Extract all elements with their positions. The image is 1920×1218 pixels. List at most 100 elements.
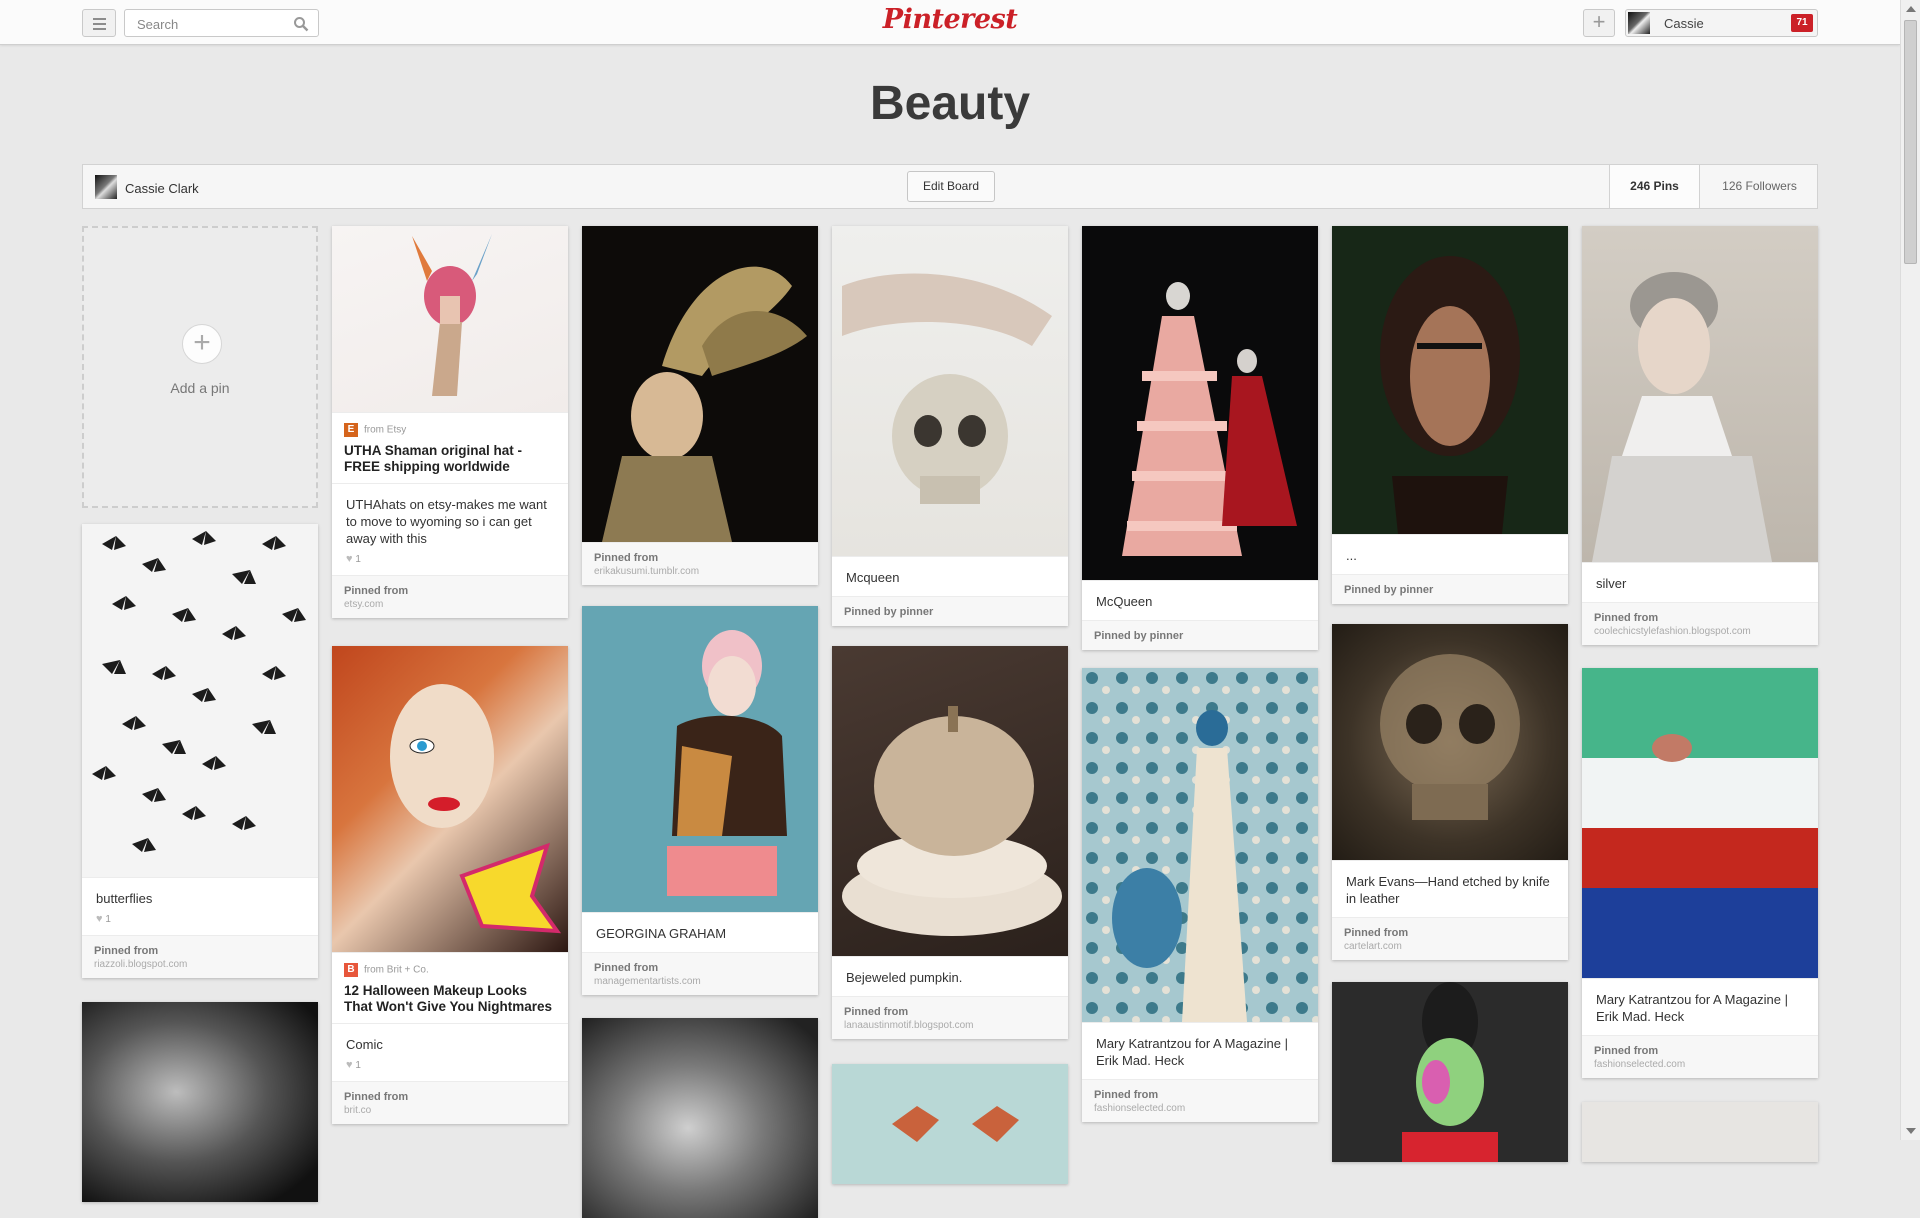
pin-mcqueen-skull[interactable]: Mcqueen Pinned by pinner xyxy=(832,226,1068,626)
heart-icon: ♥ xyxy=(346,1059,353,1071)
pin-butterflies[interactable]: butterflies ♥ 1 Pinned from riazzoli.blo… xyxy=(82,524,318,978)
pin-image[interactable] xyxy=(1332,226,1568,534)
headdress-image xyxy=(412,234,492,396)
pin-image[interactable] xyxy=(1582,226,1818,562)
pin-halloween[interactable]: Bfrom Brit + Co. 12 Halloween Makeup Loo… xyxy=(332,646,568,1124)
scrollbar[interactable] xyxy=(1900,0,1920,1140)
add-button[interactable]: + xyxy=(1583,9,1615,37)
pin-partial[interactable] xyxy=(1582,1102,1818,1162)
etched-skull-image xyxy=(1380,654,1520,820)
pin-color-face[interactable] xyxy=(1332,982,1568,1162)
pin-butterfly-pair[interactable] xyxy=(832,1064,1068,1184)
notification-badge[interactable]: 71 xyxy=(1791,14,1813,32)
pin-image[interactable] xyxy=(832,1064,1068,1184)
pin-title[interactable]: UTHA Shaman original hat - FREE shipping… xyxy=(332,437,568,483)
pin-likes[interactable]: ♥ 1 xyxy=(332,553,568,575)
pinned-from-label: Pinned from xyxy=(94,945,159,957)
pin-body: Mary Katrantzou for A Magazine | Erik Ma… xyxy=(1082,1022,1318,1079)
pin-image[interactable] xyxy=(1082,668,1318,1022)
lace-mask-image xyxy=(1380,256,1520,534)
user-name: Cassie xyxy=(1664,16,1704,31)
pin-image[interactable] xyxy=(1082,226,1318,580)
silver-headpiece-image xyxy=(1592,272,1772,562)
butterflies-image xyxy=(92,531,306,852)
source-domain-link[interactable]: lanaaustinmotif.blogspot.com xyxy=(844,1020,1056,1031)
source-domain-link[interactable]: fashionselected.com xyxy=(1594,1059,1806,1070)
pin-description: butterflies xyxy=(96,891,153,906)
scroll-down-arrow-icon[interactable] xyxy=(1906,1128,1916,1134)
pin-image[interactable] xyxy=(1582,668,1818,978)
user-menu-button[interactable]: Cassie 71 xyxy=(1625,9,1818,37)
board-owner-name[interactable]: Cassie Clark xyxy=(125,181,199,196)
pin-carved-skull[interactable]: Mark Evans—Hand etched by knife in leath… xyxy=(1332,624,1568,960)
pin-likes[interactable]: ♥ 1 xyxy=(82,913,318,935)
pin-footer: Pinned from managementartists.com xyxy=(582,952,818,995)
pin-description: Mary Katrantzou for A Magazine | Erik Ma… xyxy=(1096,1036,1288,1068)
pin-image[interactable] xyxy=(332,646,568,952)
scroll-up-arrow-icon[interactable] xyxy=(1906,6,1916,12)
pins-count-tab[interactable]: 246 Pins xyxy=(1609,165,1699,208)
pin-katrantzou-2[interactable]: Mary Katrantzou for A Magazine | Erik Ma… xyxy=(1582,668,1818,1078)
pin-image[interactable] xyxy=(582,606,818,912)
source-domain-link[interactable]: etsy.com xyxy=(344,599,556,610)
pin-aviator[interactable] xyxy=(82,1002,318,1202)
pin-pumpkin[interactable]: Bejeweled pumpkin. Pinned from lanaausti… xyxy=(832,646,1068,1039)
source-domain-link[interactable]: managementartists.com xyxy=(594,976,806,987)
pin-body: Mary Katrantzou for A Magazine | Erik Ma… xyxy=(1582,978,1818,1035)
pin-footer: Pinned from erikakusumi.tumblr.com xyxy=(582,542,818,585)
pin-image[interactable] xyxy=(82,1002,318,1202)
pin-silver[interactable]: silver Pinned from coolechicstylefashion… xyxy=(1582,226,1818,645)
pin-image[interactable] xyxy=(832,226,1068,556)
pin-georgina-graham[interactable]: GEORGINA GRAHAM Pinned from managementar… xyxy=(582,606,818,995)
pin-image[interactable] xyxy=(82,524,318,877)
color-face-image xyxy=(1402,982,1498,1162)
add-pin-card[interactable]: + Add a pin xyxy=(82,226,318,508)
pin-lace-mask[interactable]: ... Pinned by pinner xyxy=(1332,226,1568,604)
pinned-by-label: Pinned by pinner xyxy=(844,606,934,618)
pin-body: butterflies ♥ 1 xyxy=(82,877,318,935)
pin-image[interactable] xyxy=(1332,624,1568,860)
followers-count-tab[interactable]: 126 Followers xyxy=(1699,165,1819,208)
source-domain-link[interactable]: riazzoli.blogspot.com xyxy=(94,959,306,970)
brit-co-icon: B xyxy=(344,963,358,977)
source-domain-link[interactable]: cartelart.com xyxy=(1344,941,1556,952)
edit-board-button[interactable]: Edit Board xyxy=(907,171,995,202)
source-domain-link[interactable]: brit.co xyxy=(344,1105,556,1116)
pin-description: UTHAhats on etsy-makes me want to move t… xyxy=(346,497,547,546)
pin-image[interactable] xyxy=(582,226,818,542)
pin-title[interactable]: 12 Halloween Makeup Looks That Won't Giv… xyxy=(332,977,568,1023)
pin-likes[interactable]: ♥ 1 xyxy=(332,1059,568,1081)
pinned-from-label: Pinned from xyxy=(344,1091,409,1103)
pin-footer: Pinned from lanaaustinmotif.blogspot.com xyxy=(832,996,1068,1039)
pin-description: Comic xyxy=(346,1037,383,1052)
scrollbar-thumb[interactable] xyxy=(1904,20,1917,264)
pinned-from-label: Pinned from xyxy=(344,585,409,597)
owner-avatar[interactable] xyxy=(95,175,117,199)
pin-pink-gown[interactable]: McQueen Pinned by pinner xyxy=(1082,226,1318,650)
pin-bird-hat[interactable]: Pinned from erikakusumi.tumblr.com xyxy=(582,226,818,585)
pin-image[interactable] xyxy=(332,226,568,412)
add-pin-label: Add a pin xyxy=(170,380,230,396)
source-domain-link[interactable]: fashionselected.com xyxy=(1094,1103,1306,1114)
pin-description: Mark Evans—Hand etched by knife in leath… xyxy=(1346,874,1550,906)
pin-image[interactable] xyxy=(582,1018,818,1218)
source-domain-link[interactable]: coolechicstylefashion.blogspot.com xyxy=(1594,626,1806,637)
like-count: 1 xyxy=(355,554,361,565)
pin-footer: Pinned by pinner xyxy=(832,596,1068,626)
source-domain-link[interactable]: erikakusumi.tumblr.com xyxy=(594,566,806,577)
pin-katrantzou-1[interactable]: Mary Katrantzou for A Magazine | Erik Ma… xyxy=(1082,668,1318,1122)
pinterest-logo[interactable]: Pinterest xyxy=(0,4,1900,35)
heart-icon: ♥ xyxy=(346,553,353,565)
pin-description: Mary Katrantzou for A Magazine | Erik Ma… xyxy=(1596,992,1788,1024)
pin-source[interactable]: Bfrom Brit + Co. xyxy=(332,953,568,977)
pinned-from-label: Pinned from xyxy=(1594,612,1659,624)
pin-utha-hat[interactable]: Efrom Etsy UTHA Shaman original hat - FR… xyxy=(332,226,568,618)
georgina-graham-image xyxy=(667,630,787,896)
pin-image[interactable] xyxy=(1332,982,1568,1162)
pin-image[interactable] xyxy=(1582,1102,1818,1162)
pin-image[interactable] xyxy=(832,646,1068,956)
pin-footer: Pinned from riazzoli.blogspot.com xyxy=(82,935,318,978)
board-info-bar: Cassie Clark Edit Board 246 Pins 126 Fol… xyxy=(82,164,1818,209)
pin-source[interactable]: Efrom Etsy xyxy=(332,413,568,437)
pin-aviatrix[interactable] xyxy=(582,1018,818,1218)
